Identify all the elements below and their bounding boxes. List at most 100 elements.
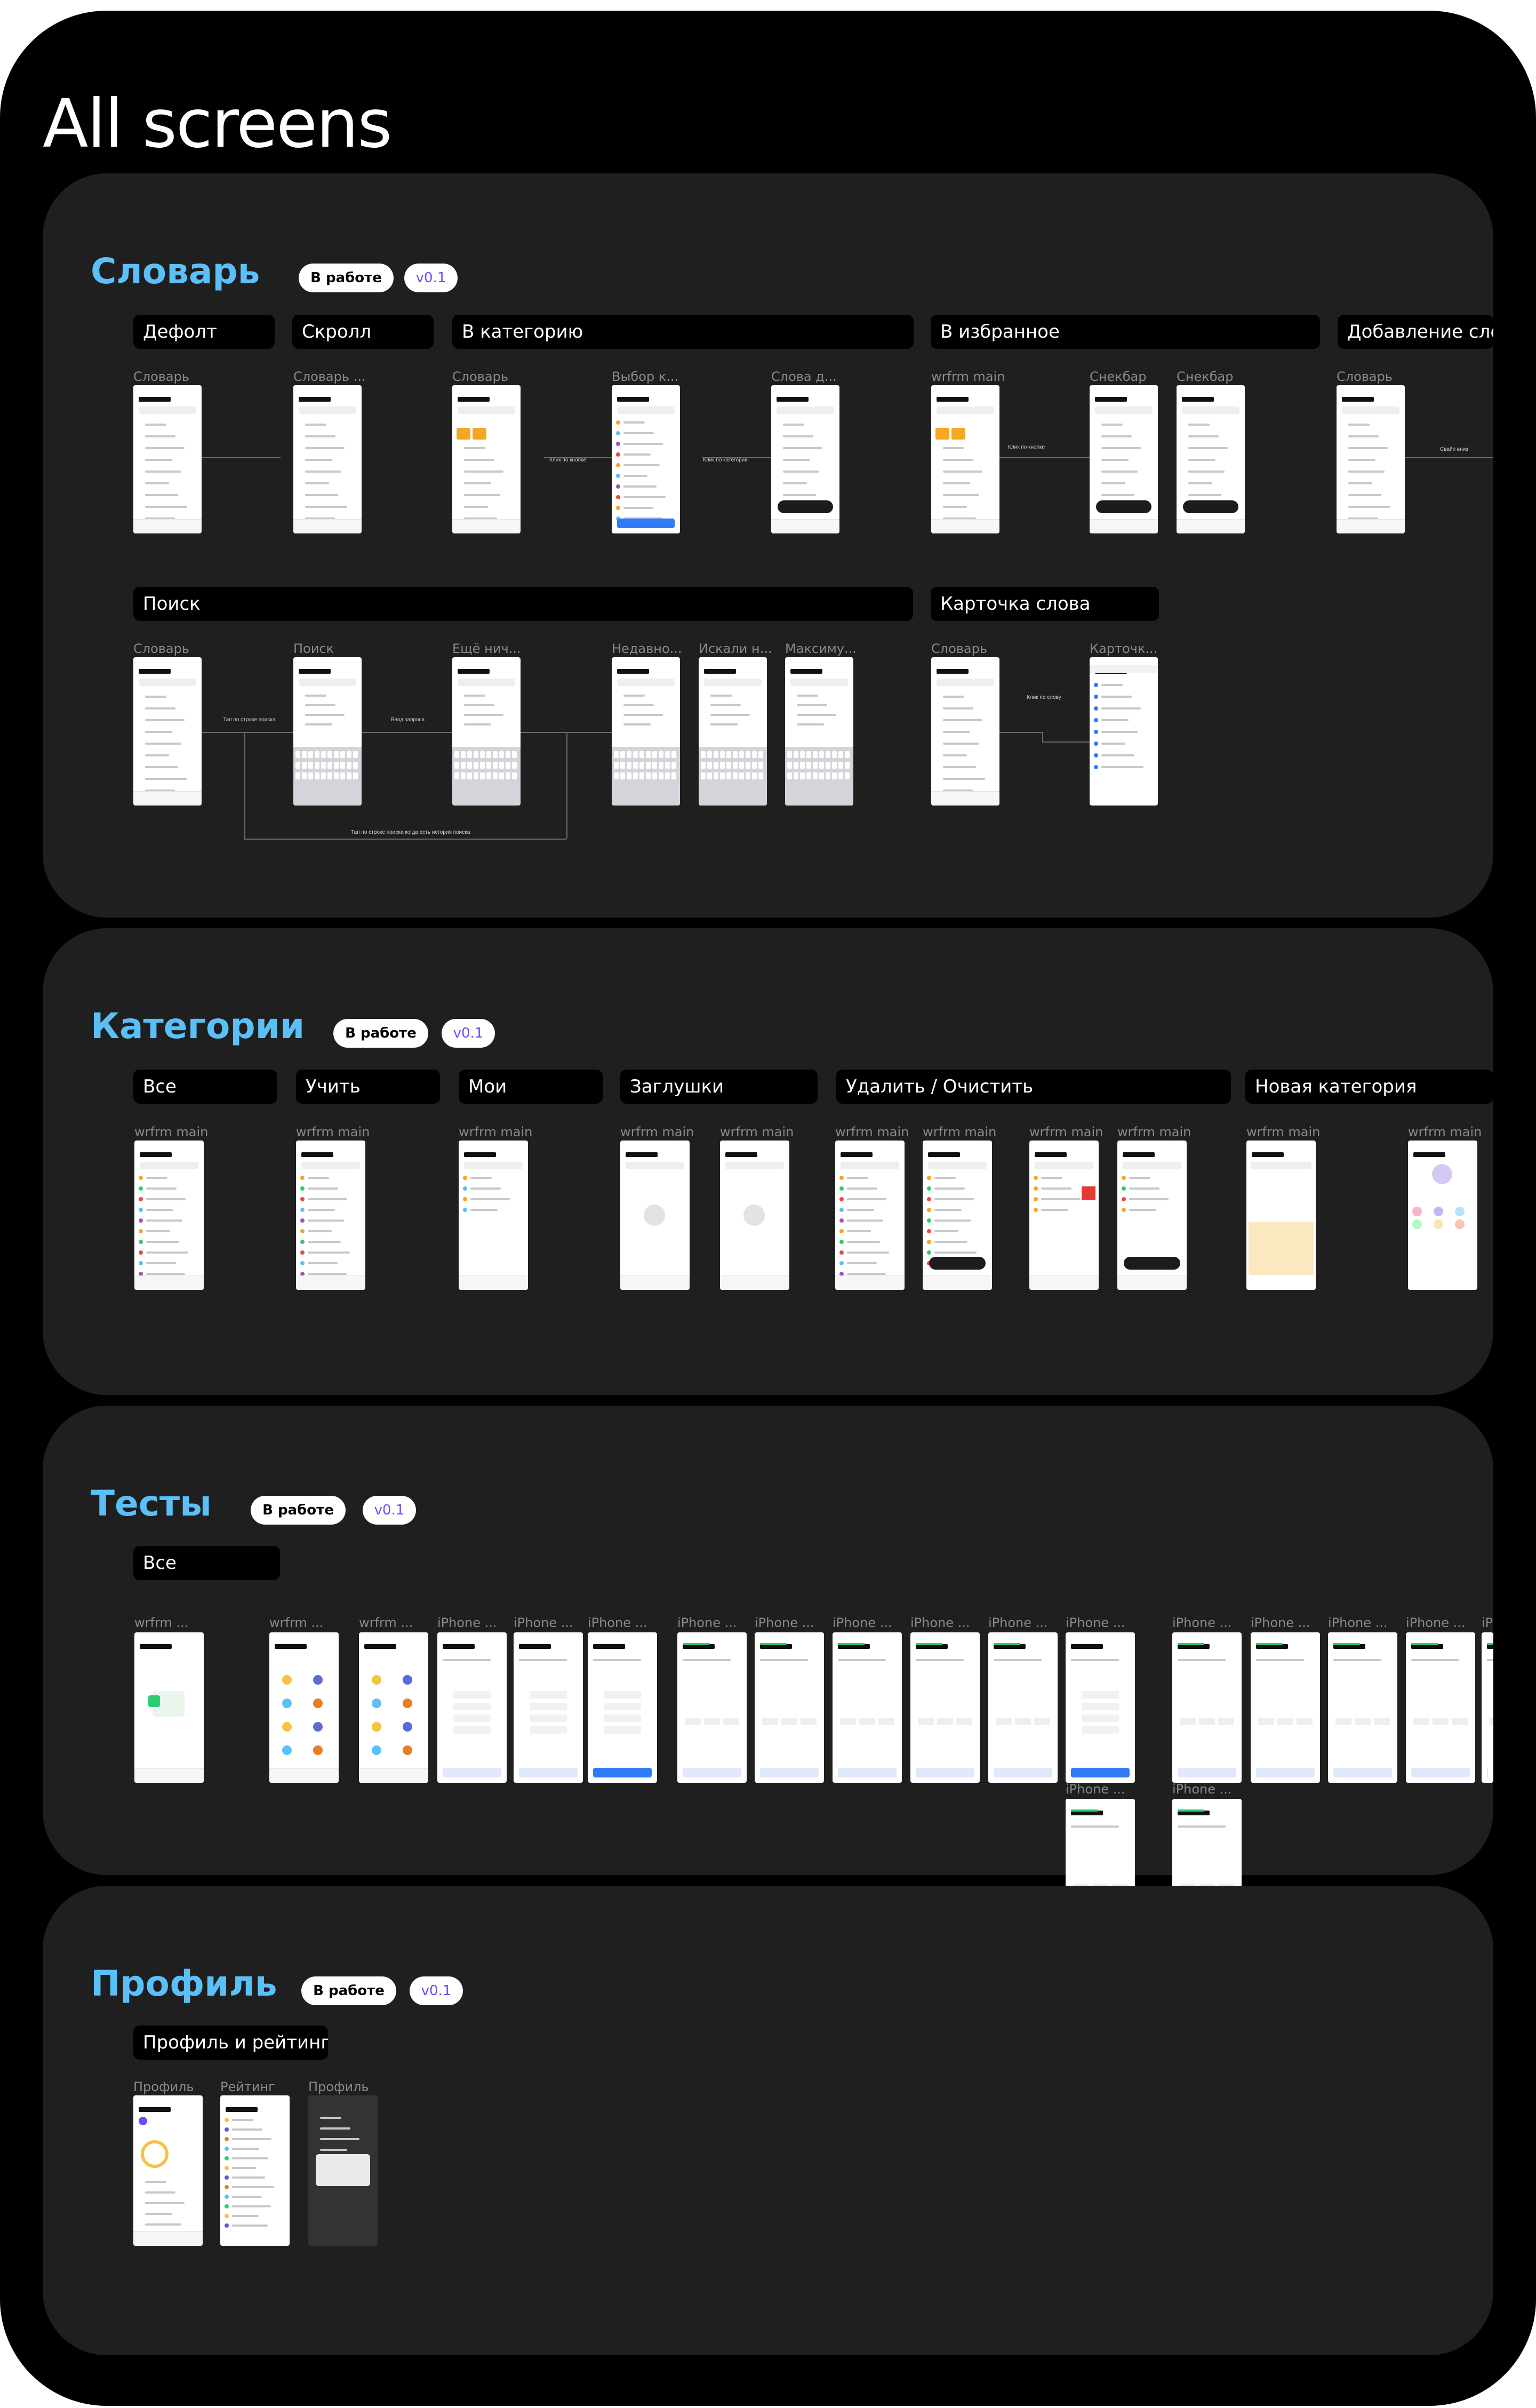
search-input[interactable]	[458, 679, 515, 686]
key[interactable]	[838, 751, 843, 758]
list-item[interactable]	[623, 443, 663, 445]
screen-thumbnail[interactable]	[133, 657, 202, 806]
list-item[interactable]	[146, 1251, 188, 1254]
answer-option[interactable]	[1082, 1703, 1119, 1710]
key[interactable]	[620, 762, 625, 769]
list-item[interactable]	[623, 421, 645, 424]
search-input[interactable]	[299, 679, 356, 686]
key[interactable]	[614, 751, 619, 758]
search-input[interactable]	[458, 406, 515, 414]
tab-bar[interactable]	[720, 1275, 789, 1290]
list-item[interactable]	[145, 447, 185, 449]
list-item[interactable]	[797, 723, 824, 725]
key[interactable]	[794, 751, 798, 758]
list-item[interactable]	[1101, 459, 1129, 461]
list-item[interactable]	[623, 714, 663, 716]
key[interactable]	[806, 751, 811, 758]
list-item[interactable]	[710, 695, 732, 697]
key[interactable]	[315, 751, 319, 758]
tab-bar[interactable]	[835, 1275, 905, 1290]
screen-thumbnail[interactable]	[359, 1632, 428, 1783]
key[interactable]	[353, 762, 358, 769]
test-card-icon[interactable]	[313, 1699, 323, 1708]
tab-bar[interactable]	[771, 519, 839, 533]
list-item[interactable]	[232, 2119, 253, 2121]
list-item[interactable]	[847, 1273, 886, 1275]
list-item[interactable]	[320, 2149, 347, 2151]
next-button[interactable]	[519, 1768, 578, 1777]
color-swatch[interactable]	[1434, 1219, 1443, 1229]
key[interactable]	[800, 762, 805, 769]
list-item[interactable]	[1188, 447, 1228, 449]
key[interactable]	[714, 762, 718, 769]
list-item[interactable]	[1101, 707, 1141, 709]
keyboard[interactable]	[612, 747, 680, 806]
search-input[interactable]	[1035, 1162, 1093, 1169]
emoji-picker[interactable]	[1249, 1222, 1314, 1275]
list-item[interactable]	[943, 494, 979, 496]
search-input[interactable]	[299, 406, 356, 414]
key[interactable]	[671, 751, 676, 758]
list-item[interactable]	[783, 471, 819, 473]
key[interactable]	[701, 751, 706, 758]
screen-thumbnail[interactable]	[1406, 1632, 1475, 1783]
list-item[interactable]	[146, 1209, 173, 1211]
letter-tile[interactable]	[781, 1718, 797, 1725]
list-item[interactable]	[308, 1273, 347, 1275]
search-input[interactable]	[841, 1162, 899, 1169]
list-item[interactable]	[305, 435, 335, 437]
list-item[interactable]	[146, 1241, 179, 1243]
test-card-icon[interactable]	[313, 1722, 323, 1732]
key[interactable]	[480, 751, 485, 758]
letter-tile[interactable]	[859, 1718, 875, 1725]
list-item[interactable]	[1348, 482, 1372, 484]
key[interactable]	[295, 762, 300, 769]
list-item[interactable]	[1348, 424, 1370, 426]
screen-thumbnail[interactable]	[133, 385, 202, 533]
key[interactable]	[347, 762, 351, 769]
tab-bar[interactable]	[359, 1768, 428, 1783]
list-item[interactable]	[145, 424, 166, 426]
list-item[interactable]	[145, 2213, 172, 2215]
flow-tab[interactable]: Удалить / Очистить	[836, 1070, 1231, 1104]
list-item[interactable]	[232, 2205, 271, 2207]
key[interactable]	[614, 762, 619, 769]
list-item[interactable]	[934, 1198, 974, 1200]
list-item[interactable]	[464, 714, 503, 716]
list-item[interactable]	[783, 459, 810, 461]
list-item[interactable]	[145, 766, 178, 768]
letter-tile[interactable]	[937, 1718, 953, 1725]
key[interactable]	[512, 762, 517, 769]
list-item[interactable]	[1348, 435, 1379, 437]
list-item[interactable]	[943, 707, 973, 709]
letter-tile[interactable]	[1413, 1718, 1429, 1725]
test-card-icon[interactable]	[313, 1745, 323, 1755]
list-item[interactable]	[1101, 447, 1141, 449]
screen-thumbnail[interactable]	[1029, 1141, 1099, 1290]
search-input[interactable]	[725, 1162, 784, 1169]
test-card-icon[interactable]	[282, 1675, 292, 1685]
list-item[interactable]	[623, 485, 657, 488]
screen-thumbnail[interactable]	[452, 657, 521, 806]
list-item[interactable]	[305, 482, 329, 484]
screen-thumbnail[interactable]	[1246, 1141, 1316, 1290]
key[interactable]	[627, 762, 631, 769]
key[interactable]	[746, 772, 750, 779]
key[interactable]	[707, 751, 712, 758]
check-button[interactable]	[683, 1768, 741, 1777]
test-card-icon[interactable]	[403, 1745, 412, 1755]
list-item[interactable]	[943, 459, 973, 461]
key[interactable]	[845, 772, 850, 779]
list-item[interactable]	[934, 1187, 965, 1190]
list-item[interactable]	[305, 704, 335, 706]
key[interactable]	[308, 762, 313, 769]
list-item[interactable]	[146, 1262, 176, 1264]
key[interactable]	[334, 751, 339, 758]
list-item[interactable]	[464, 704, 494, 706]
list-item[interactable]	[145, 435, 175, 437]
screen-thumbnail[interactable]	[785, 657, 853, 806]
list-item[interactable]	[943, 447, 964, 449]
key[interactable]	[499, 762, 504, 769]
test-card-icon[interactable]	[372, 1675, 381, 1685]
tab-bar[interactable]	[1090, 519, 1158, 533]
